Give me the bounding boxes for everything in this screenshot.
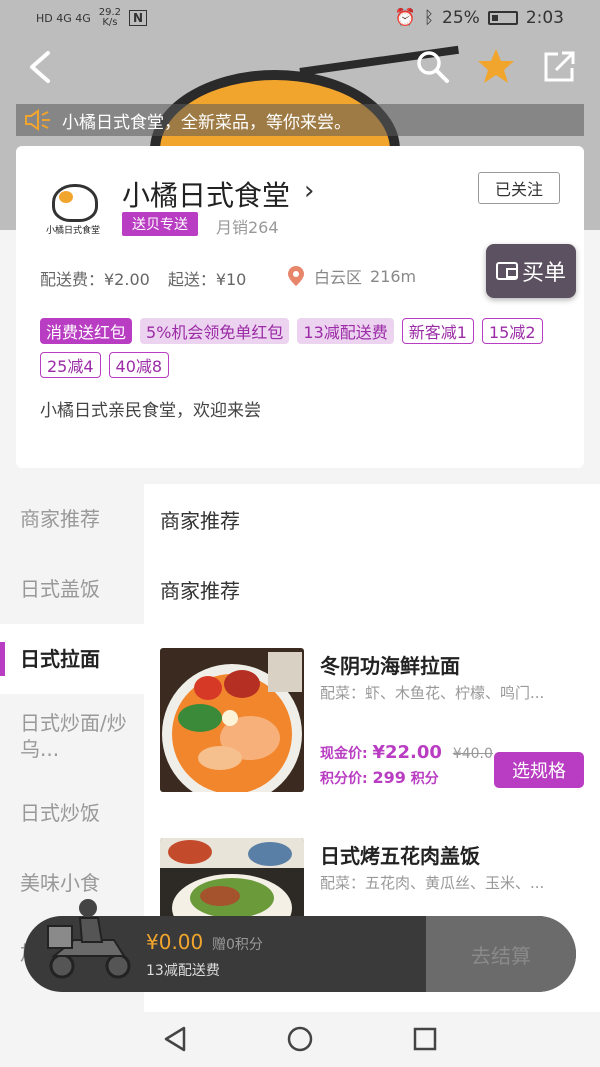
distance: 216m [370, 266, 417, 286]
points-price-row: 积分价: 299 积分 [320, 768, 439, 788]
speed-unit: K/s [102, 17, 118, 28]
checkout-button[interactable]: 去结算 [426, 916, 576, 992]
cash-price-row: 现金价: ¥22.00 ¥40.0 [320, 742, 493, 763]
announcement-text: 小橘日式食堂，全新菜品，等你来尝。 [62, 112, 351, 133]
points-unit: 积分 [410, 771, 439, 787]
status-right: ⏰ ᛒ 25% 2:03 [395, 8, 564, 28]
nfc-icon: N [129, 10, 148, 26]
dish-name: 日式烤五花肉盖饭 [320, 844, 480, 868]
location-info[interactable]: 白云区 216m [286, 264, 416, 288]
nav-back-icon[interactable] [160, 1024, 190, 1054]
district: 白云区 [314, 268, 363, 287]
category-item[interactable]: 商家推荐 [0, 484, 144, 554]
category-item-active[interactable]: 日式拉面 [0, 624, 144, 694]
search-icon[interactable] [414, 48, 450, 84]
cash-price: ¥22.00 [372, 742, 442, 763]
system-nav-bar [0, 1012, 600, 1067]
category-item[interactable]: 日式炒饭 [0, 778, 144, 848]
shop-logo: 小橘日式食堂 [42, 170, 108, 236]
back-arrow-icon[interactable] [26, 50, 56, 84]
section-title: 商家推荐 [160, 508, 240, 533]
pay-bill-label: 买单 [521, 261, 566, 286]
top-nav [0, 40, 600, 96]
shop-name[interactable]: 小橘日式食堂 [122, 174, 290, 214]
dish-item[interactable]: 冬阴功海鲜拉面 配菜：虾、木鱼花、柠檬、鸣门... 现金价: ¥22.00 ¥4… [160, 648, 600, 798]
shop-description: 小橘日式亲民食堂，欢迎来尝 [40, 401, 261, 421]
wallet-icon [495, 262, 518, 280]
promo-tag: 新客减1 [401, 318, 474, 344]
dish-name: 冬阴功海鲜拉面 [320, 654, 460, 678]
cart-amount: ¥0.00 [146, 930, 204, 954]
promo-tag: 40减8 [108, 352, 170, 378]
cash-label: 现金价: [320, 746, 368, 762]
monthly-sales: 月销264 [216, 218, 279, 237]
fee-info: 配送费：¥2.00 起送：¥10 [40, 266, 246, 290]
category-item[interactable]: 日式炒面/炒乌... [0, 694, 130, 778]
share-icon[interactable] [540, 46, 580, 86]
alarm-icon: ⏰ [394, 8, 416, 28]
cat-logo-icon [52, 184, 98, 222]
delivery-scooter-icon[interactable] [44, 896, 136, 980]
dish-sides: 配菜：虾、木鱼花、柠檬、鸣门... [320, 684, 545, 702]
network-speed: 29.2 K/s [99, 8, 121, 28]
promo-tag: 消费送红包 [40, 318, 133, 344]
pay-bill-button[interactable]: 买单 [486, 244, 576, 298]
bluetooth-icon: ᛒ [423, 8, 435, 28]
delivery-fee: 配送费：¥2.00 [40, 270, 150, 289]
follow-button[interactable]: 已关注 [478, 172, 560, 204]
dish-sides: 配菜：五花肉、黄瓜丝、玉米、... [320, 874, 545, 892]
cart-points: 赠0积分 [212, 937, 263, 953]
points-value: 299 [372, 768, 406, 787]
promo-tag: 15减2 [481, 318, 543, 344]
cart-note: 13减配送费 [146, 963, 220, 979]
delivery-tag: 送贝专送 [122, 212, 198, 236]
favorite-star-icon[interactable] [476, 46, 516, 86]
speaker-icon [25, 109, 50, 131]
location-pin-icon [288, 266, 304, 286]
category-item[interactable]: 日式盖饭 [0, 554, 144, 624]
announcement-bar[interactable]: 小橘日式食堂，全新菜品，等你来尝。 [16, 104, 584, 136]
chevron-right-icon[interactable]: › [304, 176, 314, 206]
nav-home-icon[interactable] [285, 1024, 315, 1054]
nav-recents-icon[interactable] [410, 1024, 440, 1054]
original-price: ¥40.0 [452, 746, 493, 762]
promo-tag: 25减4 [40, 352, 101, 378]
section-title: 商家推荐 [160, 578, 240, 603]
min-order: 起送：¥10 [167, 270, 247, 289]
dish-image [160, 648, 304, 792]
promo-tag: 5%机会领免单红包 [140, 318, 290, 344]
logo-text: 小橘日式食堂 [46, 226, 101, 236]
status-bar: HD 4G 4G 29.2 K/s N ⏰ ᛒ 25% 2:03 [0, 0, 600, 36]
battery-percent: 25% [442, 8, 480, 28]
network-tags: HD 4G 4G [36, 11, 91, 25]
select-spec-button[interactable]: 选规格 [494, 752, 584, 788]
shop-info-card: 小橘日式食堂 小橘日式食堂 › 已关注 送贝专送 月销264 配送费：¥2.00… [16, 146, 584, 468]
battery-icon [487, 11, 518, 25]
clock: 2:03 [525, 8, 564, 28]
status-left: HD 4G 4G 29.2 K/s N [36, 8, 148, 28]
points-label: 积分价: [320, 771, 368, 787]
promo-tag: 13减配送费 [297, 318, 394, 344]
promo-tags: 消费送红包 5%机会领免单红包 13减配送费 新客减1 15减2 25减4 40… [40, 318, 570, 378]
